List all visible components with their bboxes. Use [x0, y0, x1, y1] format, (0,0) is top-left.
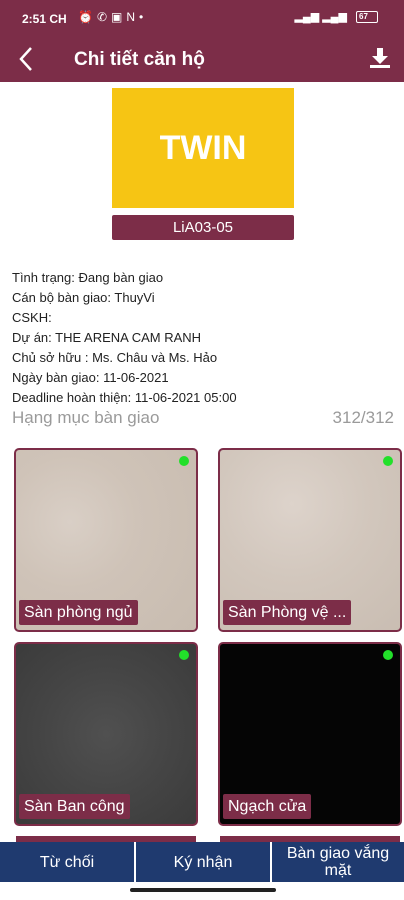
dot-icon: •	[139, 10, 148, 24]
download-icon[interactable]	[368, 46, 392, 70]
item-label: Sàn phòng ngủ	[19, 600, 138, 625]
back-arrow-icon[interactable]	[14, 42, 38, 76]
alarm-icon: ⏰	[78, 10, 97, 24]
status-left-icons: ⏰✆▣N•	[78, 10, 147, 24]
signal-icon-2: ▂▄▆	[322, 11, 347, 23]
done-status-dot	[383, 456, 393, 466]
handover-items-header: Hạng mục bàn giao 312/312	[12, 408, 394, 432]
status-bar: 2:51 CH ⏰✆▣N• ▂▄▆ ▂▄▆ 67	[0, 0, 404, 36]
info-cskh: CSKH:	[12, 310, 52, 325]
unit-info: Tình trạng: Đang bàn giao Cán bộ bàn gia…	[12, 268, 237, 408]
item-label: Sàn Ban công	[19, 794, 130, 819]
wifi-calling-icon: ✆	[96, 10, 112, 24]
done-status-dot	[383, 650, 393, 660]
action-bar: Từ chối Ký nhận Bàn giao vắng mặt	[0, 842, 404, 882]
section-count: 312/312	[332, 408, 394, 427]
absent-handover-button[interactable]: Bàn giao vắng mặt	[272, 842, 404, 882]
info-owner: Chủ sở hữu : Ms. Châu và Ms. Hảo	[12, 350, 218, 365]
item-label: Ngạch cửa	[223, 794, 312, 819]
section-title: Hạng mục bàn giao	[12, 408, 160, 427]
signal-icon: ▂▄▆	[294, 11, 320, 23]
info-status: Tình trạng: Đang bàn giao	[12, 270, 164, 285]
status-time: 2:51 CH	[22, 12, 67, 26]
unit-type-image: TWIN	[112, 88, 294, 208]
handover-item-tile[interactable]: Ngạch cửa	[218, 642, 402, 826]
screen-icon: ▣	[111, 10, 127, 24]
handover-item-tile[interactable]: Sàn phòng ngủ	[14, 448, 198, 632]
info-deadline: Deadline hoàn thiện: 11-06-2021 05:00	[12, 390, 237, 405]
handover-item-tile[interactable]: Sàn Phòng vệ ...	[218, 448, 402, 632]
status-right-icons: ▂▄▆ ▂▄▆ 67	[294, 10, 378, 24]
info-handover-staff: Cán bộ bàn giao: ThuyVi	[12, 290, 155, 305]
reject-button[interactable]: Từ chối	[0, 842, 136, 882]
info-project: Dự án: THE ARENA CAM RANH	[12, 330, 202, 345]
done-status-dot	[179, 650, 189, 660]
page-title: Chi tiết căn hộ	[74, 49, 205, 70]
battery-icon: 67	[356, 11, 378, 24]
system-nav-bar	[0, 882, 404, 900]
sign-button[interactable]: Ký nhận	[136, 842, 272, 882]
app-header: Chi tiết căn hộ	[0, 36, 404, 82]
info-handover-date: Ngày bàn giao: 11-06-2021	[12, 370, 169, 385]
home-indicator[interactable]	[130, 888, 276, 892]
handover-item-tile[interactable]: Sàn Ban công	[14, 642, 198, 826]
n-icon: N	[126, 10, 140, 24]
item-label: Sàn Phòng vệ ...	[223, 600, 352, 625]
unit-code-badge: LiA03-05	[112, 215, 294, 240]
done-status-dot	[179, 456, 189, 466]
